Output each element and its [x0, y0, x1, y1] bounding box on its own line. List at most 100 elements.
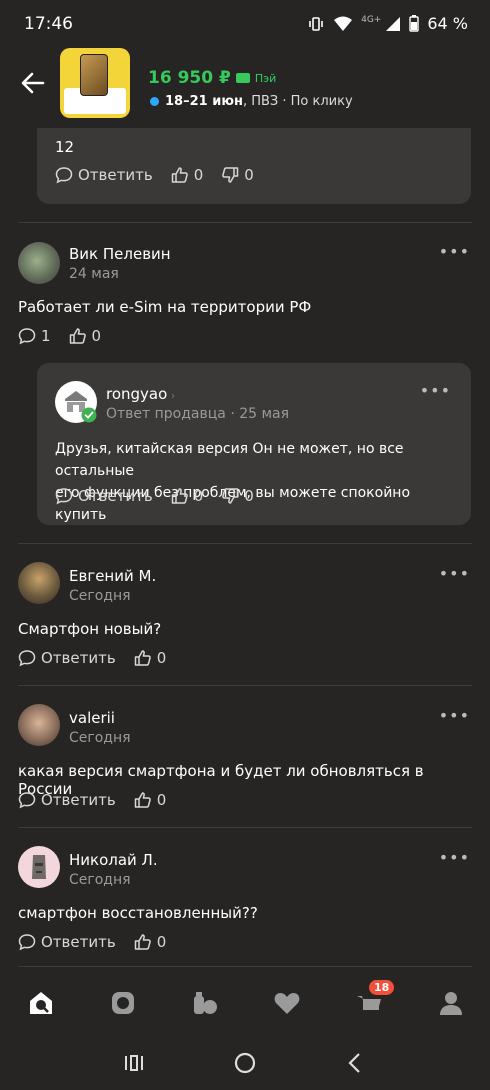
- reply-button[interactable]: Ответить: [18, 649, 116, 667]
- dislike-button[interactable]: 0: [221, 166, 254, 184]
- comment-icon: [18, 934, 36, 951]
- seller-reply-meta: Ответ продавца · 25 мая: [106, 406, 290, 422]
- review-author[interactable]: Евгений М.: [69, 567, 156, 585]
- reply-label: Ответить: [41, 933, 116, 951]
- seller-reply-card: 12 Ответить 0 0: [37, 128, 471, 204]
- product-thumbnail[interactable]: [60, 48, 130, 118]
- review-date: Сегодня: [69, 730, 131, 746]
- divider: [18, 685, 472, 686]
- review-date: Сегодня: [69, 872, 131, 888]
- like-count: 0: [193, 487, 204, 505]
- products-icon[interactable]: [190, 988, 220, 1018]
- review-actions: Ответить 0: [18, 791, 166, 809]
- system-back-icon[interactable]: [346, 1052, 366, 1074]
- more-options-icon[interactable]: •••: [439, 848, 470, 867]
- reply-label: Ответить: [78, 166, 153, 184]
- more-options-icon[interactable]: •••: [439, 706, 470, 725]
- review-actions: Ответить 0: [18, 649, 166, 667]
- review-item: valerii Сегодня ••• какая версия смартфо…: [0, 704, 490, 824]
- network-type: 4G+: [361, 14, 382, 25]
- like-button[interactable]: 0: [69, 327, 101, 345]
- like-count: 0: [156, 933, 167, 951]
- profile-icon[interactable]: [436, 988, 466, 1018]
- seller-name[interactable]: rongyao ›: [106, 385, 175, 403]
- reply-label: Ответить: [78, 487, 153, 505]
- home-icon[interactable]: [26, 988, 56, 1018]
- reply-button[interactable]: Ответить: [18, 791, 116, 809]
- like-button[interactable]: 0: [134, 649, 167, 667]
- delivery-details: , ПВЗ · По клику: [242, 94, 353, 109]
- dislike-count: 0: [244, 166, 254, 184]
- signal-icon: [386, 16, 401, 31]
- seller-name-text: rongyao: [106, 385, 168, 403]
- system-navigation: [0, 1038, 490, 1090]
- catalog-icon[interactable]: [108, 988, 138, 1018]
- avatar[interactable]: [18, 242, 60, 284]
- comment-icon: [18, 792, 36, 809]
- seller-reply-line-1: Друзья, китайская версия Он не может, но…: [55, 441, 404, 479]
- comment-icon: [18, 328, 36, 345]
- comment-icon: [55, 488, 73, 505]
- more-options-icon[interactable]: •••: [420, 381, 451, 400]
- review-author[interactable]: valerii: [69, 709, 115, 727]
- like-count: 0: [156, 649, 167, 667]
- vibrate-icon: [309, 16, 323, 31]
- avatar[interactable]: [18, 704, 60, 746]
- reply-label: Ответить: [41, 791, 116, 809]
- review-item: Вик Пелевин 24 мая ••• Работает ли e-Sim…: [0, 240, 490, 540]
- seller-reply-text: Друзья, китайская версия Он не может, но…: [55, 438, 465, 526]
- recent-apps-icon[interactable]: [123, 1052, 145, 1074]
- like-button[interactable]: 0: [171, 166, 203, 184]
- reply-actions: Ответить 0 0: [55, 487, 254, 505]
- like-button[interactable]: 0: [134, 933, 167, 951]
- price-value: 16 950 ₽: [148, 68, 231, 88]
- thumbs-down-icon: [222, 167, 239, 183]
- thumbs-up-icon: [134, 650, 151, 666]
- dislike-button[interactable]: 0: [221, 487, 254, 505]
- like-button[interactable]: 0: [134, 791, 167, 809]
- reply-button[interactable]: Ответить: [55, 166, 153, 184]
- pay-card-icon: [235, 73, 250, 83]
- more-options-icon[interactable]: •••: [439, 242, 470, 261]
- review-author[interactable]: Николай Л.: [69, 851, 158, 869]
- seller-avatar[interactable]: [55, 381, 97, 423]
- battery-icon: [409, 15, 420, 32]
- review-text: смартфон восстановленный??: [18, 904, 258, 922]
- comment-count: 1: [41, 327, 51, 345]
- cart-badge: 18: [369, 980, 395, 995]
- review-item: Николай Л. Сегодня ••• смартфон восстано…: [0, 846, 490, 966]
- divider: [18, 966, 472, 967]
- review-actions: 1 0: [18, 327, 101, 345]
- dislike-count: 0: [244, 487, 254, 505]
- comments-button[interactable]: 1: [18, 327, 51, 345]
- review-author[interactable]: Вик Пелевин: [69, 245, 171, 263]
- reply-actions: Ответить 0 0: [55, 166, 254, 184]
- home-button-icon[interactable]: [233, 1051, 257, 1075]
- seller-role: Ответ продавца: [106, 406, 226, 422]
- avatar[interactable]: [18, 562, 60, 604]
- reviews-list[interactable]: 12 Ответить 0 0 Вик Пелевин 24 мая ••• Р…: [0, 128, 490, 968]
- pay-label: Пэй: [254, 71, 277, 85]
- thumbs-up-icon: [134, 934, 151, 950]
- seller-reply-date: 25 мая: [239, 406, 290, 422]
- review-actions: Ответить 0: [18, 933, 166, 951]
- reply-button[interactable]: Ответить: [55, 487, 153, 505]
- divider: [18, 222, 472, 223]
- like-count: 0: [156, 791, 167, 809]
- back-arrow-icon[interactable]: [18, 68, 48, 98]
- battery-level: 64 %: [427, 14, 468, 33]
- thumbs-up-icon: [171, 488, 188, 504]
- status-time: 17:46: [24, 14, 73, 34]
- favorites-icon[interactable]: [272, 988, 302, 1018]
- delivery-info: 18–21 июн, ПВЗ · По клику: [150, 94, 353, 109]
- divider: [18, 543, 472, 544]
- reply-text: 12: [55, 138, 75, 156]
- thumbs-up-icon: [69, 328, 86, 344]
- cart-nav-item[interactable]: 18: [354, 980, 395, 1018]
- more-options-icon[interactable]: •••: [439, 564, 470, 583]
- avatar[interactable]: [18, 846, 60, 888]
- review-date: 24 мая: [69, 266, 119, 282]
- like-button[interactable]: 0: [171, 487, 204, 505]
- product-header: 16 950 ₽ Пэй 18–21 июн, ПВЗ · По клику: [0, 48, 490, 128]
- reply-button[interactable]: Ответить: [18, 933, 116, 951]
